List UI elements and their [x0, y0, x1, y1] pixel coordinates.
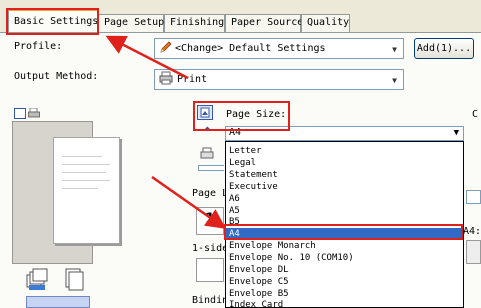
paper-icon — [199, 147, 215, 161]
highlight-page-size — [193, 101, 290, 131]
printer-view-icon[interactable] — [28, 108, 40, 119]
list-item[interactable]: Statement — [229, 169, 278, 181]
layout-toggle[interactable] — [26, 296, 90, 308]
output-size-field[interactable] — [198, 165, 224, 171]
profile-dropdown[interactable]: <Change> Default Settings ▼ — [154, 38, 404, 59]
tab-label: Finishing — [170, 17, 225, 28]
list-item[interactable]: Envelope Monarch — [229, 240, 316, 252]
add-profile-button[interactable]: Add(1)... — [414, 38, 474, 59]
page-preview — [53, 137, 120, 244]
list-item[interactable]: A6 — [229, 193, 240, 205]
profile-value: <Change> Default Settings — [175, 43, 326, 54]
profile-label: Profile: — [14, 41, 63, 52]
chevron-down-icon[interactable]: ▼ — [388, 73, 401, 87]
tab-finishing[interactable]: Finishing — [164, 14, 225, 32]
page-layout-label: Page L — [192, 188, 229, 199]
pencil-icon — [159, 40, 175, 57]
collate-icon — [24, 266, 54, 292]
binding-label: Bindin — [192, 295, 229, 306]
tab-label: Quality — [307, 17, 350, 28]
list-item[interactable]: Letter — [229, 145, 262, 157]
tab-quality[interactable]: Quality — [301, 14, 350, 32]
copies-icon — [60, 266, 88, 292]
output-method-dropdown[interactable]: Print ▼ — [154, 69, 404, 90]
highlight-a4-option — [224, 224, 463, 240]
highlight-basic-settings — [6, 8, 99, 35]
printer-icon — [159, 71, 177, 88]
right-partial-label: C — [472, 109, 479, 120]
list-item[interactable]: Executive — [229, 181, 278, 193]
list-item[interactable]: Legal — [229, 157, 256, 169]
chevron-down-icon[interactable]: ▼ — [454, 128, 459, 138]
page-layout-button[interactable]: 1 — [196, 207, 224, 235]
list-item[interactable]: Envelope No. 10 (COM10) — [229, 252, 354, 264]
orientation-control[interactable] — [466, 240, 481, 264]
tab-page-setup[interactable]: Page Setup — [98, 14, 164, 32]
page-layout-number: 1 — [205, 211, 215, 227]
duplex-button[interactable] — [196, 258, 224, 282]
list-item[interactable]: Index Card — [229, 299, 283, 307]
output-method-label: Output Method: — [14, 71, 99, 82]
output-size-value: A4: — [463, 226, 481, 237]
tab-paper-source[interactable]: Paper Source — [225, 14, 304, 32]
output-method-value: Print — [177, 74, 208, 85]
chevron-down-icon[interactable]: ▼ — [388, 42, 401, 56]
page-view-icon[interactable] — [14, 108, 26, 119]
tab-label: Paper Source — [231, 17, 304, 28]
spin-up-field[interactable] — [466, 190, 481, 204]
tab-label: Page Setup — [104, 17, 165, 28]
one-sided-label: 1-side — [192, 243, 229, 254]
list-item[interactable]: Envelope DL — [229, 264, 289, 276]
list-item[interactable]: Envelope C5 — [229, 276, 289, 288]
